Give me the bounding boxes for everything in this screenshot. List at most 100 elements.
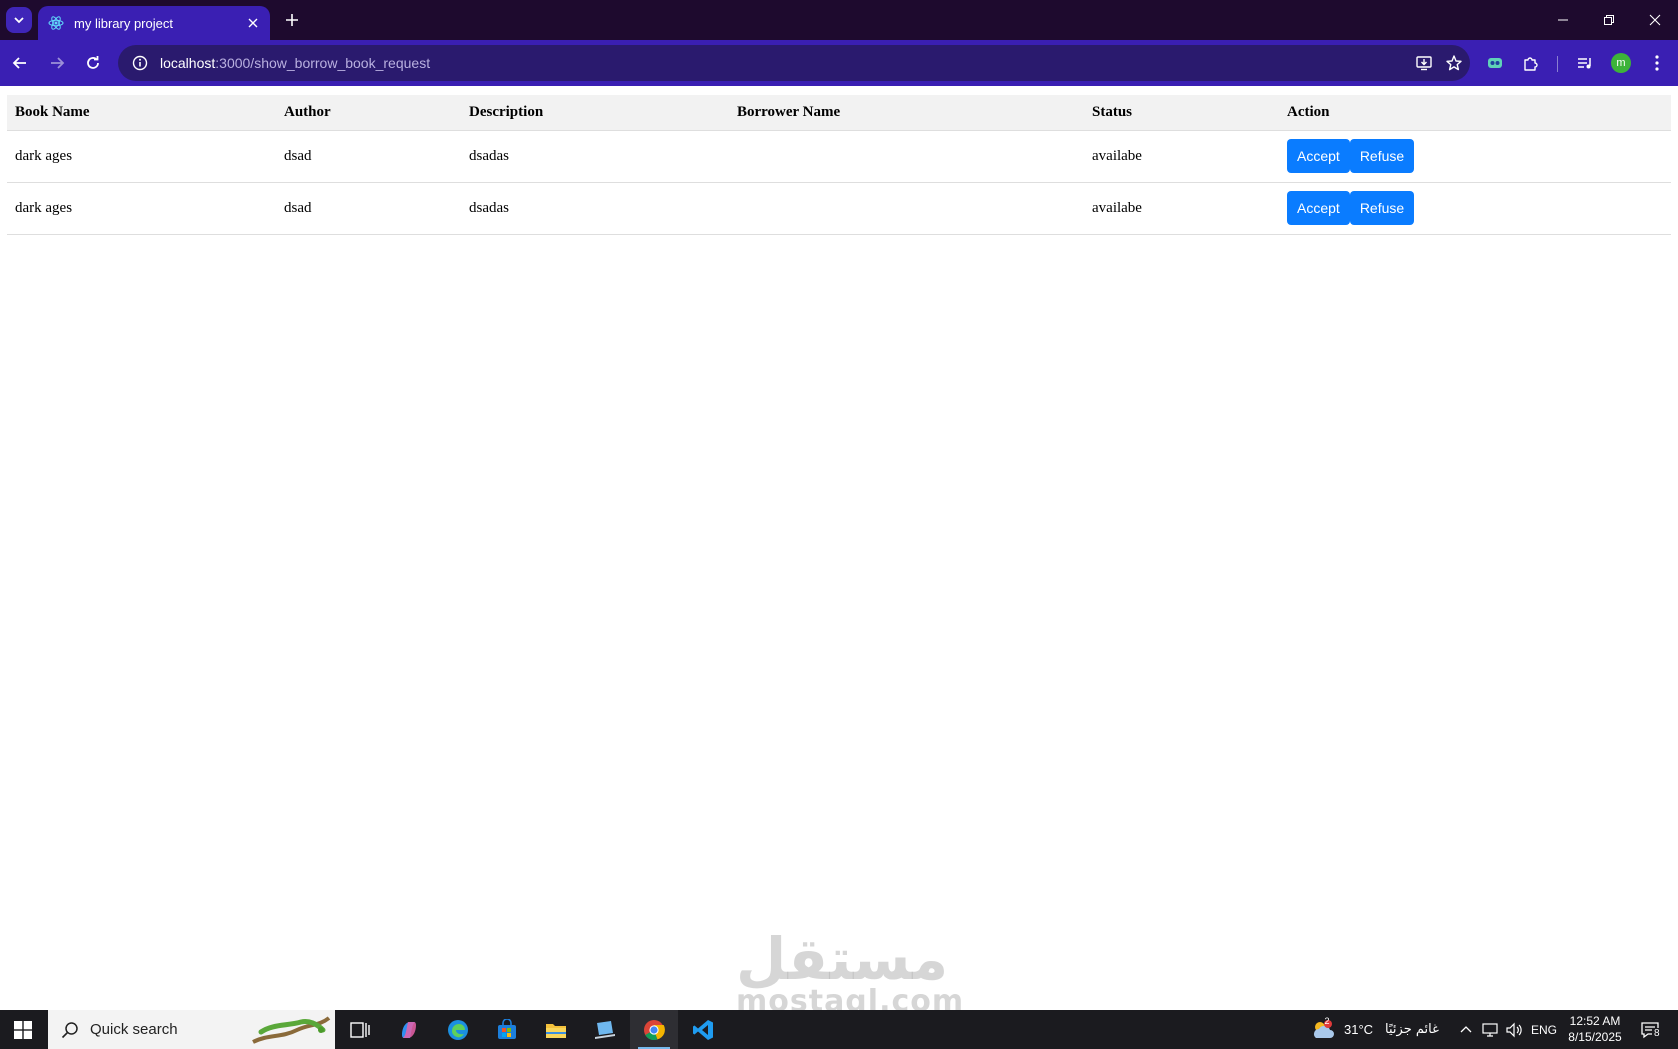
language-indicator[interactable]: ENG	[1531, 1010, 1557, 1049]
refuse-button[interactable]: Refuse	[1349, 191, 1415, 225]
browser-tab-active[interactable]: my library project	[38, 6, 270, 40]
store-icon	[498, 1018, 516, 1039]
header-book-name: Book Name	[7, 95, 276, 131]
vscode-button[interactable]	[679, 1010, 727, 1049]
folder-icon	[546, 1023, 566, 1038]
close-window-button[interactable]	[1632, 0, 1678, 40]
back-button[interactable]	[6, 49, 34, 77]
cell-author: dsad	[276, 130, 461, 183]
avatar: m	[1611, 53, 1631, 73]
react-icon	[48, 15, 64, 31]
cell-status: availabe	[1084, 182, 1279, 235]
cell-description: dsadas	[461, 182, 729, 235]
close-icon[interactable]	[244, 14, 262, 32]
cell-borrower-name	[729, 182, 1084, 235]
header-borrower-name: Borrower Name	[729, 95, 1084, 131]
weather-temp: 31°C	[1344, 1022, 1374, 1037]
new-tab-button[interactable]	[280, 8, 304, 32]
refuse-button[interactable]: Refuse	[1349, 139, 1415, 173]
chrome-icon	[644, 1019, 665, 1040]
minimize-button[interactable]	[1540, 0, 1586, 40]
start-button[interactable]	[0, 1010, 46, 1049]
network-icon	[1482, 1022, 1498, 1037]
task-view-icon	[350, 1021, 370, 1038]
cell-status: availabe	[1084, 130, 1279, 183]
address-bar[interactable]: localhost:3000/show_borrow_book_request	[118, 45, 1470, 81]
toolbar-divider	[1557, 56, 1558, 72]
edge-button[interactable]	[434, 1010, 482, 1049]
store-button[interactable]	[483, 1010, 531, 1049]
url-text: localhost:3000/show_borrow_book_request	[160, 55, 430, 71]
pc-app-button[interactable]	[581, 1010, 629, 1049]
cell-action: Accept Refuse	[1279, 130, 1671, 183]
laptop-icon	[595, 1020, 615, 1039]
puzzle-icon[interactable]	[1517, 49, 1545, 77]
clock-date: 8/15/2025	[1568, 1030, 1622, 1044]
forward-button[interactable]	[43, 49, 71, 77]
windows-logo-icon	[14, 1020, 32, 1039]
site-info-icon[interactable]	[122, 45, 158, 81]
volume-button[interactable]	[1505, 1010, 1523, 1049]
borrow-requests-table: Book Name Author Description Borrower Na…	[7, 95, 1671, 235]
cell-book-name: dark ages	[7, 182, 276, 235]
weather-widget[interactable]: 2 31°C غائم جزئيًا	[1310, 1010, 1439, 1049]
close-icon	[1649, 14, 1661, 26]
weather-badge: 2	[1324, 1016, 1330, 1026]
arrow-left-icon	[12, 57, 26, 69]
notification-count: 8	[1652, 1028, 1662, 1039]
search-icon	[60, 1020, 80, 1040]
minimize-icon	[1558, 19, 1568, 21]
speaker-icon	[1506, 1022, 1522, 1037]
task-view-button[interactable]	[336, 1010, 384, 1049]
cell-book-name: dark ages	[7, 130, 276, 183]
weather-desc: غائم جزئيًا	[1385, 1022, 1439, 1037]
edge-icon	[448, 1019, 468, 1040]
copilot-button[interactable]	[385, 1010, 433, 1049]
cell-description: dsadas	[461, 130, 729, 183]
tab-title: my library project	[74, 15, 173, 31]
extension-icon[interactable]	[1481, 49, 1509, 77]
windows-taskbar: Quick search 2 31°C غائم جزئيًا ENG 12:5…	[0, 1010, 1678, 1049]
header-status: Status	[1084, 95, 1279, 131]
show-hidden-icons-button[interactable]	[1460, 1010, 1472, 1049]
cell-author: dsad	[276, 182, 461, 235]
vscode-icon	[693, 1019, 713, 1040]
table-header-row: Book Name Author Description Borrower Na…	[7, 95, 1671, 131]
copilot-icon	[402, 1021, 416, 1038]
chevron-up-icon	[1460, 1025, 1472, 1032]
install-app-icon[interactable]	[1410, 45, 1438, 81]
chevron-down-icon	[14, 17, 24, 24]
browser-menu-button[interactable]	[1643, 49, 1671, 77]
reload-button[interactable]	[79, 49, 107, 77]
media-control-icon[interactable]	[1571, 49, 1599, 77]
kebab-menu-icon	[1655, 55, 1659, 71]
header-author: Author	[276, 95, 461, 131]
table-row: dark ages dsad dsadas availabe Accept Ref…	[7, 182, 1671, 235]
accept-button[interactable]: Accept	[1287, 139, 1350, 173]
network-button[interactable]	[1482, 1010, 1500, 1049]
file-explorer-button[interactable]	[532, 1010, 580, 1049]
header-action: Action	[1279, 95, 1671, 131]
language-label: ENG	[1531, 1022, 1558, 1037]
table-row: dark ages dsad dsadas availabe Accept Ref…	[7, 130, 1671, 183]
url-path: :3000/show_borrow_book_request	[215, 55, 431, 71]
search-placeholder: Quick search	[90, 1021, 178, 1038]
restore-icon	[1604, 15, 1614, 25]
bookmark-star-icon[interactable]	[1440, 45, 1468, 81]
browser-toolbar: localhost:3000/show_borrow_book_request …	[0, 40, 1678, 86]
notifications-button[interactable]: 8	[1640, 1010, 1662, 1049]
header-description: Description	[461, 95, 729, 131]
watermark-arabic: مستقل	[736, 925, 949, 993]
cell-action: Accept Refuse	[1279, 182, 1671, 235]
url-host: localhost	[160, 55, 216, 71]
profile-avatar[interactable]: m	[1607, 49, 1635, 77]
mostaql-watermark: مستقل mostaql.com	[736, 925, 963, 1017]
lizard-image-icon	[252, 1016, 331, 1044]
arrow-right-icon	[51, 57, 65, 69]
tab-search-button[interactable]	[6, 7, 32, 33]
restore-button[interactable]	[1586, 0, 1632, 40]
taskbar-clock[interactable]: 12:52 AM 8/15/2025	[1558, 1013, 1632, 1045]
taskbar-search[interactable]: Quick search	[48, 1010, 335, 1049]
chrome-button[interactable]	[630, 1010, 678, 1049]
accept-button[interactable]: Accept	[1287, 191, 1350, 225]
